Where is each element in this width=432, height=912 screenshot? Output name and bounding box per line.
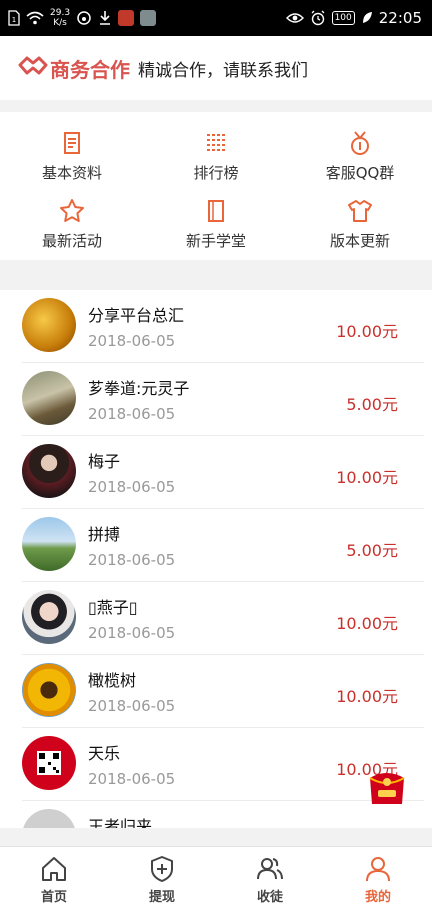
record-amount: 10.00元	[336, 614, 398, 633]
tab-label: 收徒	[256, 890, 283, 905]
alarm-icon	[310, 10, 326, 26]
app-notification-icon	[140, 10, 157, 26]
banner-slogan: 精诚合作，请联系我们	[138, 60, 308, 81]
menu-item-version-update[interactable]: 版本更新	[288, 192, 432, 256]
menu-item-activities[interactable]: 最新活动	[0, 192, 144, 256]
menu-item-label: 客服QQ群	[325, 164, 395, 182]
logo: 商务合作	[18, 54, 130, 83]
svg-text:1: 1	[12, 16, 16, 24]
record-date: 2018-06-05	[88, 551, 176, 569]
avatar	[22, 809, 76, 828]
shield-plus-icon	[151, 856, 173, 882]
quick-menu: 基本资料 排行榜 客服QQ群 最新活动 新手学堂 版本更新	[0, 112, 432, 260]
record-amount: 5.00元	[346, 395, 398, 414]
tab-recruit[interactable]: 收徒	[216, 847, 324, 912]
menu-item-ranking[interactable]: 排行榜	[144, 124, 288, 188]
red-packet-icon	[369, 773, 405, 804]
record-date: 2018-06-05	[88, 478, 176, 496]
record-name: 橄榄树	[88, 671, 137, 690]
tab-label: 首页	[40, 890, 67, 905]
menu-item-qq-group[interactable]: 客服QQ群	[288, 124, 432, 188]
users-icon	[257, 858, 283, 880]
business-banner[interactable]: 商务合作 精诚合作，请联系我们	[0, 36, 432, 100]
record-name: 天乐	[88, 744, 121, 763]
list-item[interactable]: 芗拳道:元灵子 2018-06-05 5.00元	[0, 363, 432, 436]
avatar	[22, 298, 76, 352]
medal-icon	[351, 131, 369, 155]
list-item[interactable]: ▯燕子▯ 2018-06-05 10.00元	[0, 582, 432, 655]
tab-label: 我的	[364, 890, 391, 905]
record-amount: 10.00元	[336, 322, 398, 341]
menu-item-label: 新手学堂	[185, 232, 246, 250]
record-amount: 10.00元	[336, 687, 398, 706]
list-item[interactable]: 橄榄树 2018-06-05 10.00元	[0, 655, 432, 728]
status-bar: 1 29.3 K/s 100 22:05	[0, 0, 432, 36]
record-date: 2018-06-05	[88, 770, 176, 788]
avatar	[22, 371, 76, 425]
app-notification-icon	[118, 10, 135, 26]
document-icon	[64, 132, 80, 154]
record-date: 2018-06-05	[88, 624, 176, 642]
record-date: 2018-06-05	[88, 697, 176, 715]
avatar	[22, 517, 76, 571]
logo-text: 商务合作	[50, 57, 130, 82]
list-item[interactable]: 梅子 2018-06-05 10.00元	[0, 436, 432, 509]
record-amount: 5.00元	[346, 541, 398, 560]
avatar	[22, 736, 76, 790]
user-icon	[366, 857, 390, 882]
menu-item-label: 排行榜	[193, 164, 239, 182]
tab-withdraw[interactable]: 提现	[108, 847, 216, 912]
handshake-icon	[18, 55, 48, 82]
eye-icon	[285, 12, 304, 24]
clock: 22:05	[378, 9, 422, 27]
red-packet-button[interactable]	[364, 766, 410, 808]
tab-home[interactable]: 首页	[0, 847, 108, 912]
record-amount: 10.00元	[336, 468, 398, 487]
record-date: 2018-06-05	[88, 405, 176, 423]
leaf-icon	[361, 11, 373, 25]
bottom-tab-bar: 首页 提现 收徒 我的	[0, 846, 432, 912]
network-speed: 29.3 K/s	[50, 8, 71, 28]
download-icon	[98, 10, 112, 26]
battery-indicator: 100	[331, 11, 355, 25]
wifi-icon	[26, 11, 44, 25]
menu-item-profile[interactable]: 基本资料	[0, 124, 144, 188]
list-item[interactable]: 分享平台总汇 2018-06-05 10.00元	[0, 290, 432, 363]
record-date: 2018-06-05	[88, 332, 176, 350]
record-name: 梅子	[88, 452, 121, 471]
avatar	[22, 590, 76, 644]
record-name: 芗拳道:元灵子	[88, 379, 190, 398]
star-icon	[60, 199, 84, 222]
avatar	[22, 444, 76, 498]
income-list: 分享平台总汇 2018-06-05 10.00元 芗拳道:元灵子 2018-06…	[0, 290, 432, 828]
menu-item-label: 最新活动	[41, 232, 102, 250]
tab-label: 提现	[148, 890, 175, 905]
record-name: 分享平台总汇	[88, 306, 185, 325]
menu-item-label: 基本资料	[41, 164, 102, 182]
avatar	[22, 663, 76, 717]
menu-item-tutorial[interactable]: 新手学堂	[144, 192, 288, 256]
weibo-icon	[76, 10, 92, 26]
tshirt-icon	[348, 200, 372, 222]
list-item[interactable]: 拼搏 2018-06-05 5.00元	[0, 509, 432, 582]
book-icon	[208, 200, 224, 222]
ranking-list-icon	[207, 134, 225, 151]
record-name: ▯燕子▯	[88, 598, 138, 617]
record-name: 拼搏	[88, 525, 121, 544]
sim-icon: 1	[8, 10, 20, 26]
tab-mine[interactable]: 我的	[324, 847, 432, 912]
menu-item-label: 版本更新	[329, 232, 390, 250]
record-name: 王者归来	[88, 817, 153, 828]
qr-code-icon	[37, 751, 61, 775]
home-icon	[42, 857, 66, 881]
